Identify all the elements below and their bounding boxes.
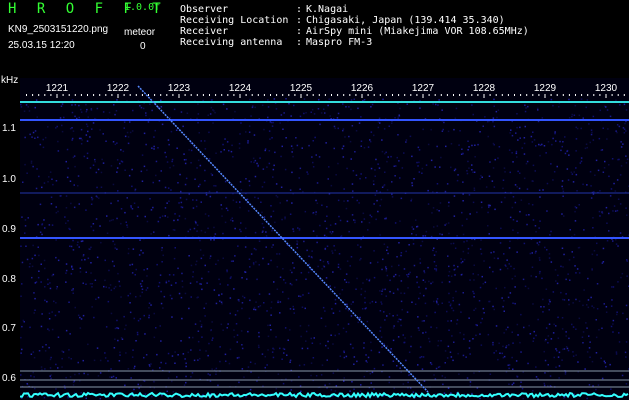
y-tick-label: 0.7 <box>2 323 16 334</box>
y-tick-label: 0.8 <box>2 274 16 285</box>
version-label: 1.0.0f <box>124 2 161 13</box>
x-tick-label: 1222 <box>107 83 130 94</box>
x-tick-label: 1223 <box>168 83 191 94</box>
x-tick-label: 1228 <box>473 83 496 94</box>
antenna-label: Receiving antenna <box>180 37 283 48</box>
x-tick-label: 1226 <box>351 83 374 94</box>
x-tick-label: 1229 <box>534 83 557 94</box>
x-tick-label: 1230 <box>595 83 618 94</box>
antenna-separator: : <box>296 37 303 48</box>
y-tick-label: 1.1 <box>2 123 16 134</box>
x-tick-label: 1225 <box>290 83 313 94</box>
y-tick-label: 0.9 <box>2 224 16 235</box>
meteor-count: 0 <box>140 41 146 52</box>
spectrogram-plot: 1221 1222 1223 1224 1225 1226 1227 1228 1229 1230 <box>20 78 629 400</box>
x-tick-label: 1227 <box>412 83 435 94</box>
y-axis-unit: kHz <box>1 75 19 86</box>
x-tick-label: 1221 <box>46 83 69 94</box>
y-tick-label: 0.6 <box>2 373 16 384</box>
x-tick-label: 1224 <box>229 83 252 94</box>
antenna-value: Maspro FM-3 <box>306 37 373 48</box>
filename-label: KN9_2503151220.png <box>8 24 109 35</box>
meteor-label: meteor <box>124 27 156 38</box>
timestamp-label: 25.03.15 12:20 <box>8 40 75 51</box>
y-tick-label: 1.0 <box>2 174 16 185</box>
